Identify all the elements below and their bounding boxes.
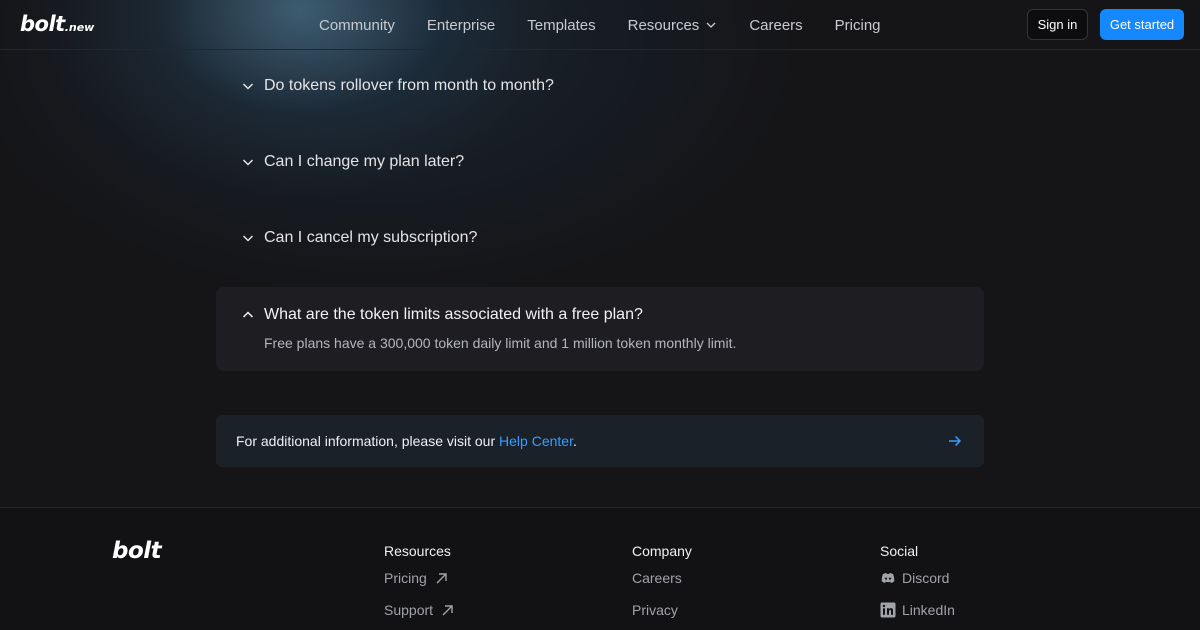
help-center-text: For additional information, please visit… xyxy=(236,433,577,449)
footer-col-title: Social xyxy=(880,543,919,559)
sign-in-button[interactable]: Sign in xyxy=(1027,9,1088,40)
faq-item-rollover[interactable]: Do tokens rollover from month to month? xyxy=(216,77,984,95)
external-link-icon xyxy=(442,604,453,615)
faq-item-change-plan[interactable]: Can I change my plan later? xyxy=(216,153,984,171)
footer-link-careers[interactable]: Careers xyxy=(632,570,682,586)
footer-link-linkedin[interactable]: LinkedIn xyxy=(880,602,955,618)
footer-link-privacy[interactable]: Privacy xyxy=(632,602,678,618)
external-link-icon xyxy=(436,572,447,583)
faq-item-cancel[interactable]: Can I cancel my subscription? xyxy=(216,229,984,247)
faq-question: Do tokens rollover from month to month? xyxy=(264,77,554,94)
get-started-button[interactable]: Get started xyxy=(1100,9,1184,40)
nav-templates[interactable]: Templates xyxy=(511,17,611,34)
discord-icon xyxy=(881,573,895,583)
footer-link-discord[interactable]: Discord xyxy=(880,570,949,586)
bolt-logo[interactable]: bolt.new xyxy=(20,12,94,36)
chevron-down-icon xyxy=(242,83,254,90)
footer-col-title: Resources xyxy=(384,543,451,559)
footer-col-resources: Resources Pricing Support xyxy=(384,543,453,618)
footer-bolt-logo[interactable]: bolt xyxy=(112,538,162,564)
footer-col-company: Company Careers Privacy xyxy=(632,543,692,618)
nav-resources-label: Resources xyxy=(627,16,700,34)
faq-answer: Free plans have a 300,000 token daily li… xyxy=(264,335,737,351)
nav-community[interactable]: Community xyxy=(303,17,411,34)
chevron-down-icon xyxy=(706,22,716,28)
footer-col-social: Social Discord LinkedIn xyxy=(880,543,955,618)
footer-col-title: Company xyxy=(632,543,692,559)
help-center-link[interactable]: Help Center xyxy=(499,433,573,449)
footer-link-pricing[interactable]: Pricing xyxy=(384,570,448,586)
faq-question: Can I cancel my subscription? xyxy=(264,229,478,246)
chevron-down-icon xyxy=(242,159,254,166)
faq-item-free-plan-expanded: What are the token limits associated wit… xyxy=(216,287,984,371)
arrow-right-icon[interactable] xyxy=(947,433,963,449)
chevron-up-icon xyxy=(242,311,254,318)
footer-link-support[interactable]: Support xyxy=(384,602,454,618)
footer: bolt Resources Pricing Support Company C… xyxy=(0,507,1200,630)
nav-enterprise[interactable]: Enterprise xyxy=(411,17,511,34)
faq-toggle[interactable]: What are the token limits associated wit… xyxy=(216,306,643,324)
faq-question: Can I change my plan later? xyxy=(264,153,465,170)
nav-careers[interactable]: Careers xyxy=(733,17,818,34)
top-navbar: bolt.new Community Enterprise Templates … xyxy=(0,0,1200,50)
linkedin-icon xyxy=(880,602,896,618)
main-nav: Community Enterprise Templates Resources… xyxy=(303,0,897,50)
help-center-banner[interactable]: For additional information, please visit… xyxy=(216,415,984,467)
nav-pricing[interactable]: Pricing xyxy=(819,17,897,34)
nav-resources[interactable]: Resources xyxy=(612,17,734,34)
faq-question: What are the token limits associated wit… xyxy=(264,306,643,323)
chevron-down-icon xyxy=(242,235,254,242)
